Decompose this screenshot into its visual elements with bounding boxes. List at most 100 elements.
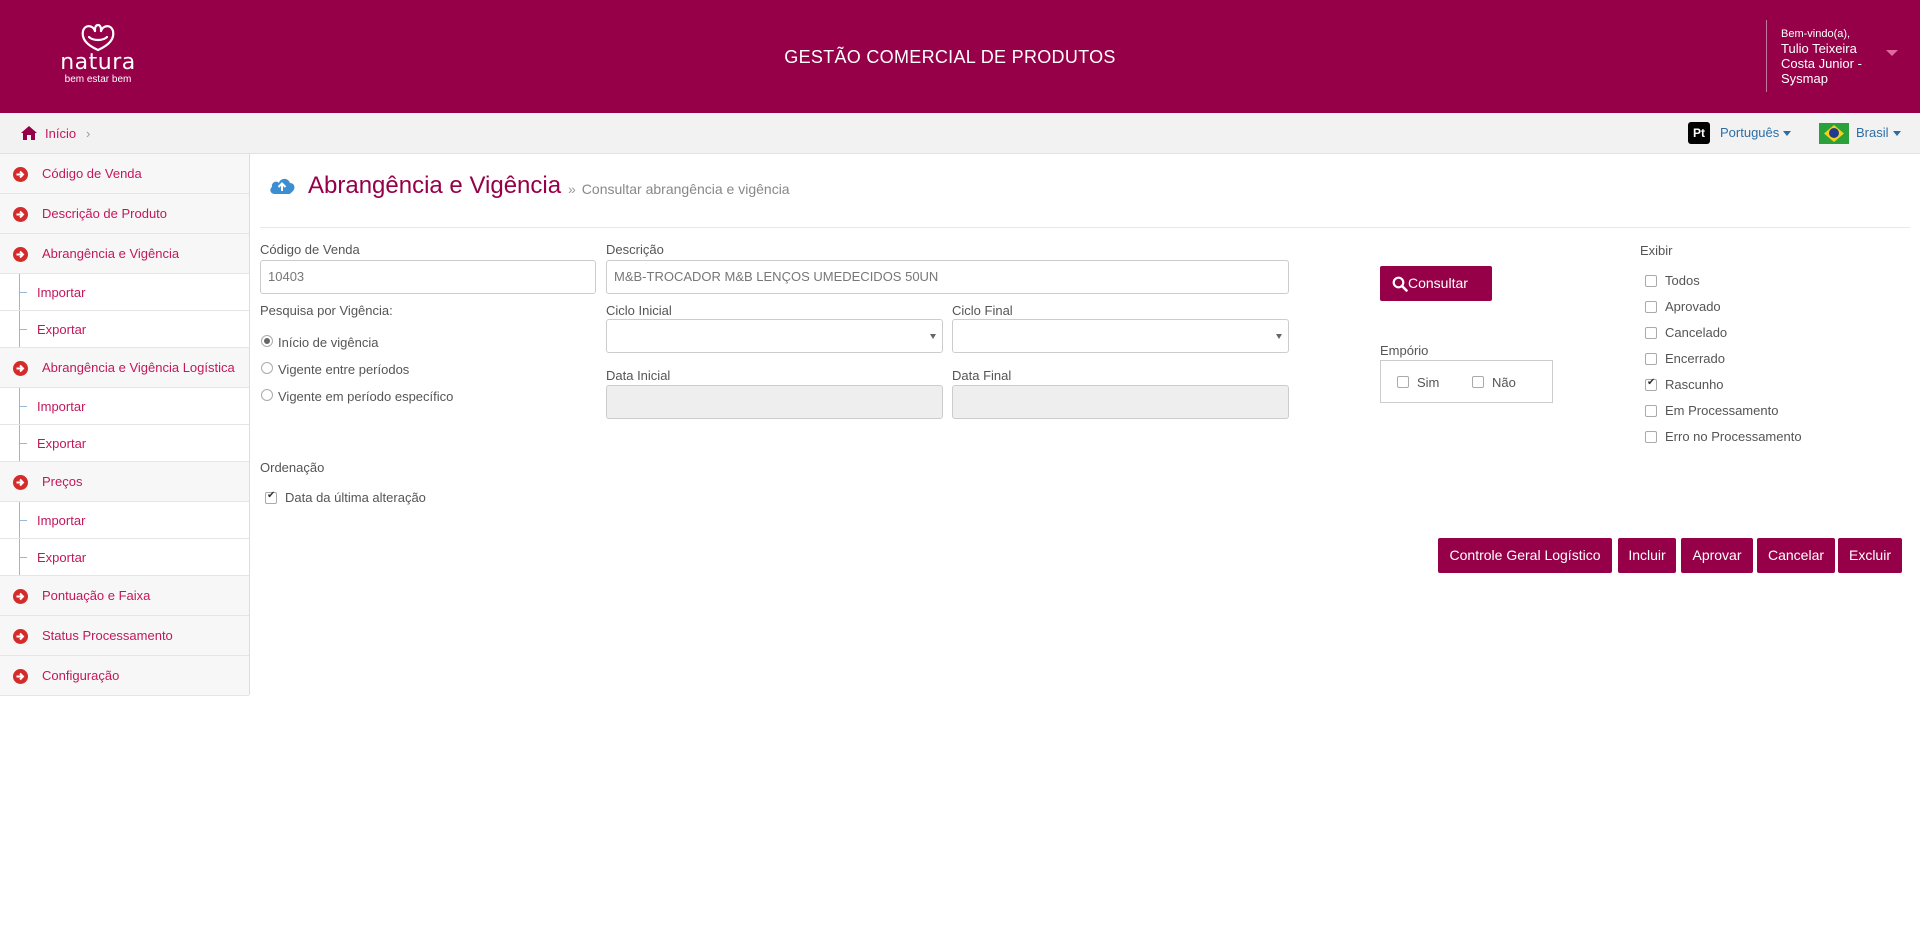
language-badge: Pt [1688, 122, 1710, 144]
sidebar-item-configuracao[interactable]: Configuração [0, 656, 249, 696]
home-icon[interactable] [20, 125, 38, 141]
page-title: Abrangência e Vigência [308, 172, 562, 199]
pesquisa-por-vigencia-label: Pesquisa por Vigência: [260, 303, 393, 318]
page-subtitle: » Consultar abrangência e vigência [568, 181, 790, 197]
checkbox-label: Encerrado [1665, 351, 1725, 366]
sidebar-item-abrangencia-e-vigencia-logistica[interactable]: Abrangência e Vigência Logística [0, 348, 249, 388]
data-inicial-label: Data Inicial [606, 368, 671, 383]
cloud-upload-icon [270, 178, 295, 194]
exibir-cancelado-checkbox[interactable] [1645, 327, 1657, 339]
breadcrumb-separator: › [86, 126, 91, 141]
exibir-em-processamento-checkbox[interactable] [1645, 405, 1657, 417]
subtitle-separator: » [568, 181, 576, 197]
sidebar-item-label: Abrangência e Vigência [42, 246, 180, 261]
data-final-label: Data Final [952, 368, 1012, 383]
consultar-button[interactable]: Consultar [1380, 266, 1492, 301]
radio-label: Início de vigência [278, 335, 379, 350]
exibir-rascunho-checkbox[interactable] [1645, 377, 1657, 391]
incluir-button[interactable]: Incluir [1618, 538, 1676, 573]
sidebar-subitem-importar[interactable]: Importar [0, 274, 249, 311]
arrow-circle-right-icon [13, 669, 28, 684]
sidebar-item-label: Pontuação e Faixa [42, 588, 151, 603]
sidebar-item-abrangencia-e-vigencia[interactable]: Abrangência e Vigência [0, 234, 249, 274]
emporio-sim-label: Sim [1417, 375, 1440, 390]
caret-down-icon[interactable] [1886, 50, 1898, 56]
exibir-label: Exibir [1640, 243, 1673, 258]
caret-down-icon [1783, 131, 1792, 137]
sidebar-item-label: Status Processamento [42, 628, 173, 643]
arrow-circle-right-icon [13, 629, 28, 644]
radio-label: Vigente entre períodos [278, 362, 410, 377]
sidebar-item-precos[interactable]: Preços [0, 462, 249, 502]
radio-inicio-de-vigencia[interactable] [261, 335, 273, 347]
heading-divider [260, 227, 1910, 228]
arrow-circle-right-icon [13, 167, 28, 182]
ciclo-final-label: Ciclo Final [952, 303, 1013, 318]
sidebar-item-pontuacao-e-faixa[interactable]: Pontuação e Faixa [0, 576, 249, 616]
country-dropdown[interactable]: Brasil [1856, 125, 1901, 140]
app-header: natura bem estar bem GESTÃO COMERCIAL DE… [0, 0, 1920, 113]
arrow-circle-right-icon [13, 247, 28, 262]
radio-label: Vigente em período específico [278, 389, 454, 404]
breadcrumb-bar: Início › Pt Português Brasil [0, 113, 1920, 154]
checkbox-label: Aprovado [1665, 299, 1721, 314]
cancelar-button[interactable]: Cancelar [1757, 538, 1835, 573]
descricao-input[interactable]: M&B-TROCADOR M&B LENÇOS UMEDECIDOS 50UN [606, 260, 1289, 294]
arrow-circle-right-icon [13, 475, 28, 490]
exibir-todos-checkbox[interactable] [1645, 275, 1657, 287]
language-label: Português [1720, 125, 1780, 140]
arrow-circle-right-icon [13, 207, 28, 222]
radio-vigente-em-periodo-especifico[interactable] [261, 389, 273, 401]
aprovar-button[interactable]: Aprovar [1681, 538, 1753, 573]
caret-down-icon [1276, 334, 1282, 339]
caret-down-icon [930, 334, 936, 339]
arrow-circle-right-icon [13, 361, 28, 376]
consultar-label: Consultar [1408, 275, 1468, 291]
sidebar-subitem-importar[interactable]: Importar [0, 388, 249, 425]
ordenacao-checkbox[interactable] [265, 490, 277, 504]
excluir-button[interactable]: Excluir [1838, 538, 1902, 573]
logo-tagline: bem estar bem [64, 74, 132, 85]
emporio-label: Empório [1380, 343, 1429, 358]
checkbox-label: Cancelado [1665, 325, 1728, 340]
emporio-nao-checkbox[interactable] [1472, 376, 1484, 388]
sidebar-item-label: Descrição de Produto [42, 206, 168, 221]
exibir-aprovado-checkbox[interactable] [1645, 301, 1657, 313]
ordenacao-option-label: Data da última alteração [285, 490, 426, 505]
ciclo-final-select[interactable] [952, 319, 1289, 353]
data-final-input [952, 385, 1289, 419]
checkbox-label: Todos [1665, 273, 1700, 288]
exibir-erro-no-processamento-checkbox[interactable] [1645, 431, 1657, 443]
ciclo-inicial-select[interactable] [606, 319, 943, 353]
sidebar-subitem-exportar[interactable]: Exportar [0, 539, 249, 576]
emporio-nao-label: Não [1492, 375, 1516, 390]
descricao-label: Descrição [606, 242, 664, 257]
sidebar-item-codigo-de-venda[interactable]: Código de Venda [0, 154, 249, 194]
sidebar-nav: Código de Venda Descrição de Produto Abr… [0, 154, 250, 696]
subtitle-text: Consultar abrangência e vigência [581, 181, 790, 197]
controle-geral-logistico-button[interactable]: Controle Geral Logístico [1438, 538, 1612, 573]
checkbox-label: Erro no Processamento [1665, 429, 1802, 444]
exibir-encerrado-checkbox[interactable] [1645, 353, 1657, 365]
user-greeting: Bem-vindo(a), [1781, 28, 1851, 40]
user-name: Tulio Teixeira Costa Junior - Sysmap [1781, 41, 1862, 86]
ciclo-inicial-label: Ciclo Inicial [606, 303, 672, 318]
sidebar-item-status-processamento[interactable]: Status Processamento [0, 616, 249, 656]
codigo-de-venda-label: Código de Venda [260, 242, 360, 257]
codigo-de-venda-input[interactable]: 10403 [260, 260, 596, 294]
checkbox-label: Em Processamento [1665, 403, 1779, 418]
sidebar-item-descricao-de-produto[interactable]: Descrição de Produto [0, 194, 249, 234]
sidebar-subitem-importar[interactable]: Importar [0, 502, 249, 539]
user-menu[interactable]: Bem-vindo(a), Tulio Teixeira Costa Junio… [1766, 20, 1920, 92]
sidebar-item-label: Preços [42, 474, 83, 489]
breadcrumb-home-link[interactable]: Início [45, 126, 76, 141]
checkbox-label: Rascunho [1665, 377, 1724, 392]
search-icon [1392, 276, 1408, 292]
emporio-sim-checkbox[interactable] [1397, 376, 1409, 388]
radio-vigente-entre-periodos[interactable] [261, 362, 273, 374]
sidebar-item-label: Abrangência e Vigência Logística [42, 360, 235, 375]
sidebar-subitem-exportar[interactable]: Exportar [0, 425, 249, 462]
language-dropdown[interactable]: Português [1720, 125, 1792, 140]
ordenacao-label: Ordenação [260, 460, 325, 475]
sidebar-subitem-exportar[interactable]: Exportar [0, 311, 249, 348]
